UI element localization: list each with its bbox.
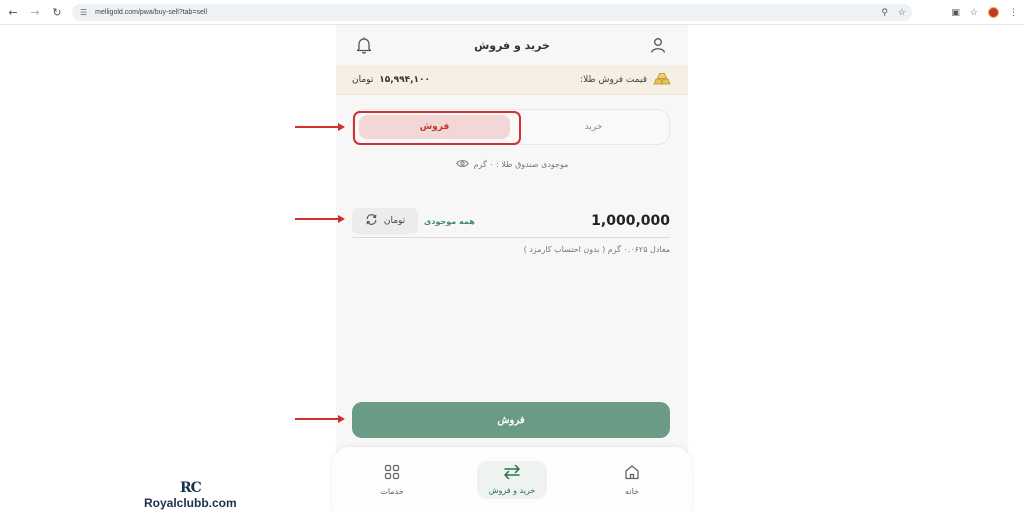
gold-price-value: ۱۵,۹۹۴,۱۰۰ (379, 74, 430, 85)
highlight-box (353, 111, 521, 145)
tab-buy[interactable]: خرید (518, 110, 669, 144)
gold-price-unit: تومان (352, 74, 374, 85)
browser-toolbar: ← → ↻ ☰ melligold.com/pwa/buy-sell?tab=s… (0, 0, 1024, 25)
bottom-navigation: خانه خرید و فروش خدمات (332, 447, 692, 512)
grid-icon (383, 463, 401, 483)
app-header: خرید و فروش (336, 25, 688, 65)
gold-price-bar: قیمت فروش طلا: ۱۵,۹۹۴,۱۰۰ تومان (336, 65, 688, 95)
nav-label-home: خانه (625, 487, 639, 496)
site-settings-icon[interactable]: ☰ (80, 8, 87, 17)
home-icon (623, 463, 641, 483)
watermark-text: Royalclubb.com (144, 496, 237, 510)
forward-icon[interactable]: → (26, 3, 44, 21)
price-label-group: قیمت فروش طلا: (580, 70, 672, 89)
address-bar[interactable]: ☰ melligold.com/pwa/buy-sell?tab=sell (72, 4, 912, 21)
annotation-arrow-sell (295, 415, 345, 423)
menu-dots-icon[interactable]: ⋮ (1009, 8, 1018, 18)
refresh-icon (365, 213, 378, 229)
bell-icon[interactable] (354, 35, 374, 55)
gold-price-label: قیمت فروش طلا: (580, 74, 647, 85)
bookmark-star-icon[interactable]: ☆ (898, 8, 906, 18)
user-icon[interactable] (648, 35, 668, 55)
back-icon[interactable]: ← (4, 3, 22, 21)
annotation-arrow-unit (295, 215, 345, 223)
nav-item-home[interactable]: خانه (572, 447, 692, 512)
amount-row: 1,000,000 همه موجودی تومان (352, 207, 670, 235)
nav-item-services[interactable]: خدمات (332, 447, 452, 512)
app-screen: خرید و فروش قیمت فروش طلا: ۱۵,۹۹۴,۱۰۰ تو… (332, 25, 692, 512)
sell-button[interactable]: فروش (352, 402, 670, 438)
amount-underline (352, 237, 670, 238)
url-text: melligold.com/pwa/buy-sell?tab=sell (95, 9, 208, 16)
bookmarks-icon[interactable]: ☆ (970, 8, 978, 18)
eye-icon[interactable] (455, 159, 469, 170)
gram-equivalent: معادل ۰.۰۶۲۵ گرم ( بدون احتساب کارمزد ) (523, 245, 670, 254)
reload-icon[interactable]: ↻ (48, 3, 66, 21)
profile-avatar[interactable] (988, 7, 999, 18)
nav-label-services: خدمات (380, 487, 404, 496)
unit-label: تومان (383, 216, 406, 226)
page-title: خرید و فروش (474, 38, 550, 52)
watermark: RC Royalclubb.com (144, 480, 244, 512)
balance-text: موجودی صندوق طلا : ۰ گرم (473, 160, 569, 169)
nav-active-indicator: خرید و فروش (477, 460, 547, 499)
all-balance-link[interactable]: همه موجودی (424, 217, 475, 226)
extensions-icon[interactable]: ▣ (951, 8, 960, 18)
gold-bars-icon (652, 70, 672, 89)
nav-label-buy-sell: خرید و فروش (488, 486, 536, 495)
price-value-group: ۱۵,۹۹۴,۱۰۰ تومان (352, 75, 430, 85)
nav-item-buy-sell[interactable]: خرید و فروش (452, 447, 572, 512)
swap-arrows-icon (503, 464, 521, 482)
zoom-icon[interactable]: ⚲ (881, 8, 888, 18)
unit-toggle-button[interactable]: تومان (352, 208, 418, 234)
watermark-logo: RC (180, 480, 202, 496)
annotation-arrow-tabs (295, 123, 345, 131)
gold-fund-balance: موجودی صندوق طلا : ۰ گرم (336, 159, 688, 170)
amount-input[interactable]: 1,000,000 (591, 213, 670, 229)
amount-controls: همه موجودی تومان (352, 208, 475, 234)
